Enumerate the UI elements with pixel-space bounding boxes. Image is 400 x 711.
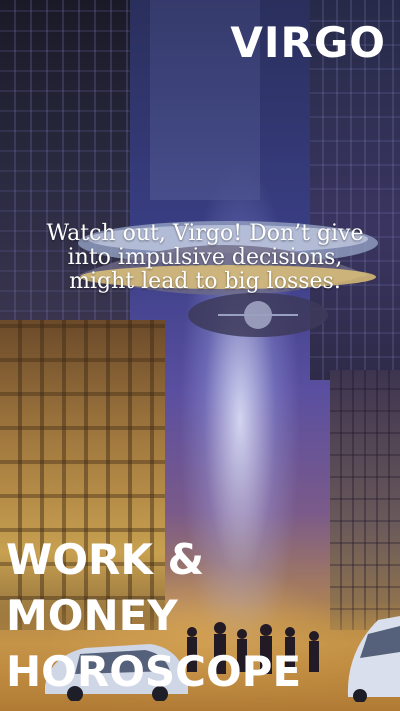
heading-line-2: MONEY <box>6 591 178 640</box>
heading-line-1: WORK & <box>6 535 205 584</box>
story-card: VIRGO Watch out, Virgo! Don’t give into … <box>0 0 400 711</box>
horoscope-message: Watch out, Virgo! Don’t give into impuls… <box>46 221 364 294</box>
section-heading: WORK & MONEY HOROSCOPE <box>6 532 396 700</box>
zodiac-sign-title: VIRGO <box>230 18 386 67</box>
heading-line-3: HOROSCOPE <box>6 647 302 696</box>
